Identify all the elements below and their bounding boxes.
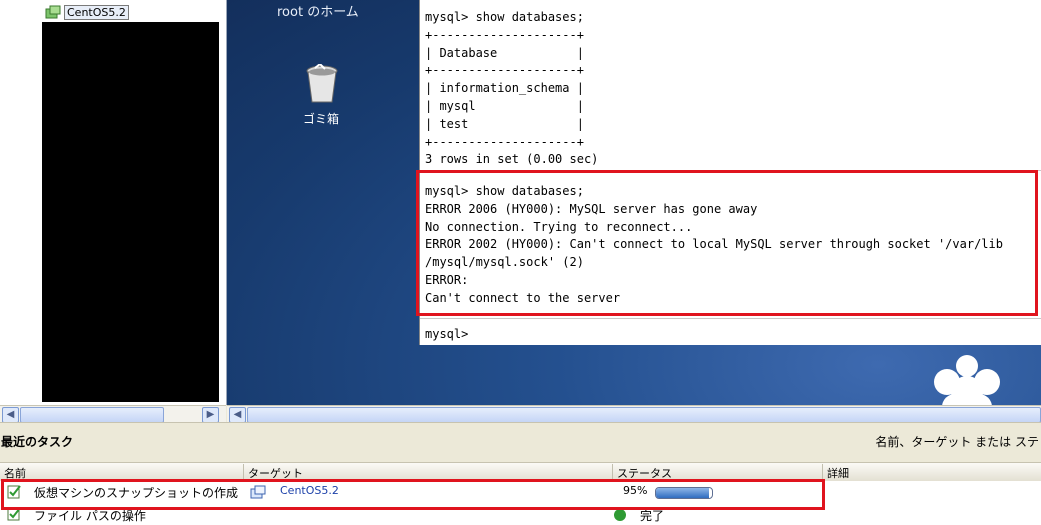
home-folder-label[interactable]: root のホーム <box>277 1 359 20</box>
trash-label[interactable]: ゴミ箱 <box>303 110 339 127</box>
inventory-panel: CentOS5.2 <box>0 0 227 405</box>
column-divider[interactable] <box>612 464 613 480</box>
scrollbar-thumb[interactable] <box>20 407 164 423</box>
vm-icon <box>45 5 61 19</box>
scroll-right-arrow-icon[interactable]: ▶ <box>202 407 219 423</box>
scroll-left-arrow-icon[interactable]: ◀ <box>2 407 19 423</box>
column-details[interactable]: 詳細 <box>827 465 849 481</box>
console-horizontal-scrollbar[interactable]: ◀ <box>227 405 1041 423</box>
check-icon <box>614 509 626 521</box>
scrollbar-thumb[interactable] <box>247 407 1041 423</box>
column-divider[interactable] <box>822 464 823 480</box>
terminal-prompt[interactable]: mysql> <box>425 326 468 344</box>
recent-tasks-title: 最近のタスク <box>1 435 74 449</box>
terminal-output-databases: mysql> show databases; +----------------… <box>425 10 599 167</box>
vm-console-thumbnail <box>42 22 219 402</box>
task-highlight-box <box>1 479 825 510</box>
terminal-separator <box>420 318 1041 319</box>
flower-decoration-icon <box>934 355 1000 405</box>
vm-name-label: CentOS5.2 <box>64 4 129 20</box>
scroll-left-arrow-icon[interactable]: ◀ <box>229 407 246 423</box>
trash-icon[interactable] <box>305 64 339 104</box>
error-highlight-box <box>416 170 1038 316</box>
left-horizontal-scrollbar[interactable]: ◀ ▶ <box>0 405 226 423</box>
tasks-filter-label[interactable]: 名前、ターゲット または ステ <box>875 433 1039 450</box>
recent-tasks-header: 最近のタスク 名前、ターゲット または ステ <box>0 422 1041 463</box>
column-divider[interactable] <box>243 464 244 480</box>
tree-item-vm[interactable]: CentOS5.2 <box>45 4 129 20</box>
